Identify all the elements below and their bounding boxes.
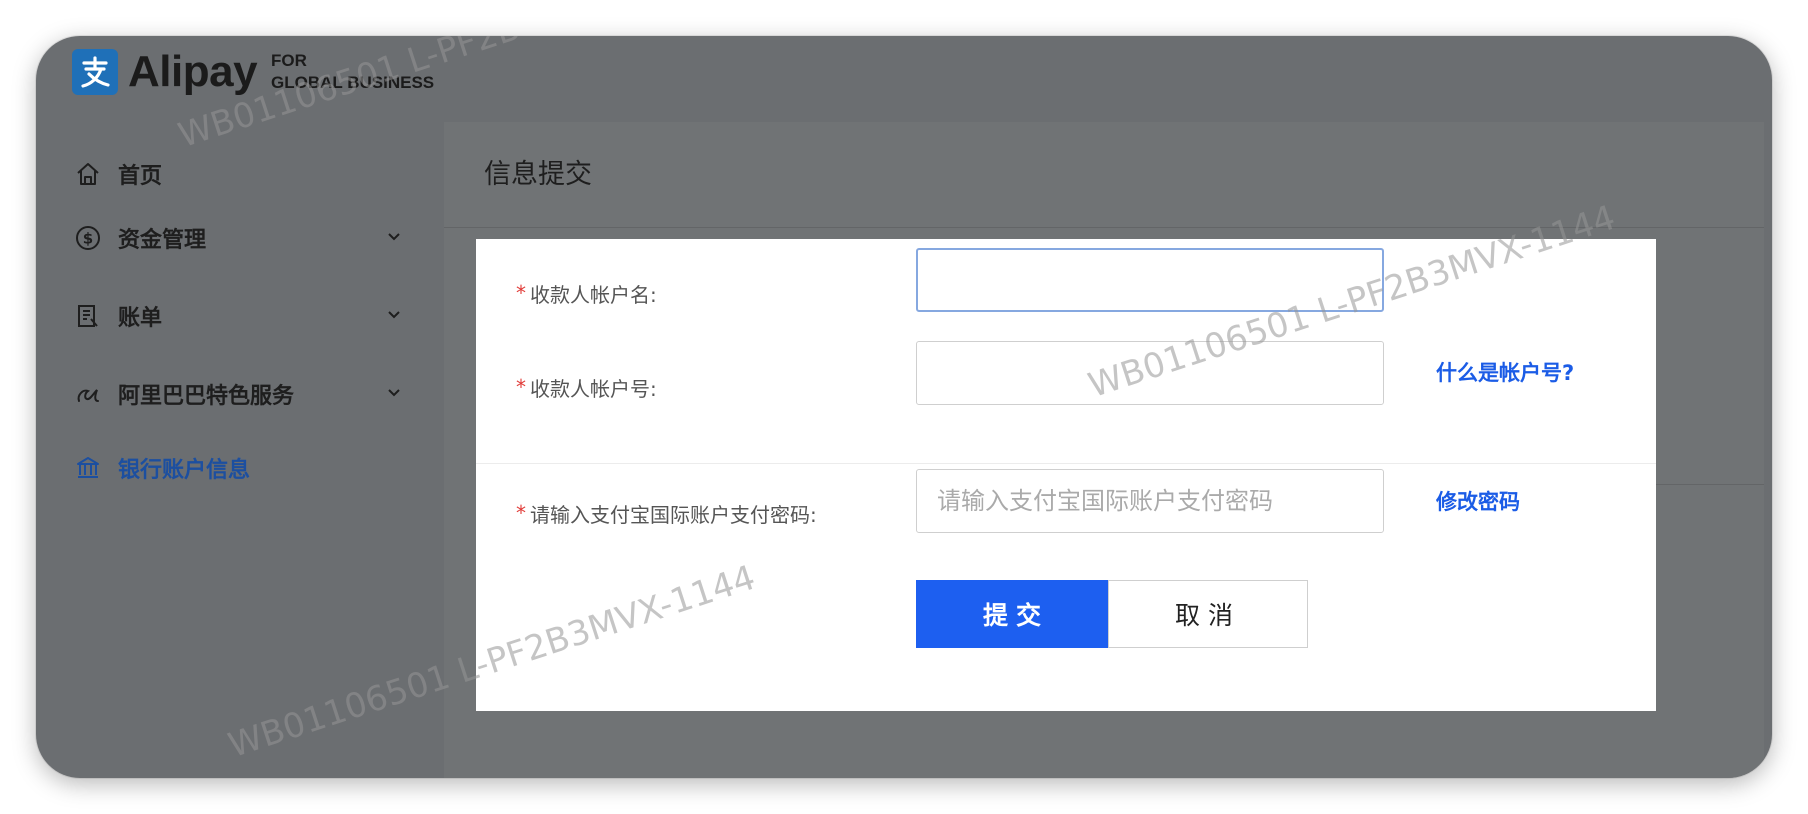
home-icon — [72, 158, 104, 190]
svg-text:$: $ — [83, 230, 93, 248]
alipay-logo[interactable]: Alipay FOR GLOBAL BUSINESS — [72, 44, 434, 100]
bank-icon — [72, 452, 104, 484]
chevron-down-icon[interactable] — [386, 226, 402, 251]
form-separator — [476, 463, 1656, 464]
info-submit-dialog: * 收款人帐户名: * 收款人帐户号: 什么是帐户号? * 请输入支付宝国际账户… — [476, 239, 1656, 711]
account-name-label-text: 收款人帐户名: — [530, 282, 657, 307]
alipay-logo-mark — [72, 49, 118, 95]
sidebar-item-bills[interactable]: 账单 — [72, 294, 402, 338]
bill-icon — [72, 300, 104, 332]
required-mark: * — [516, 501, 526, 525]
panel-divider — [444, 227, 1764, 228]
submit-button[interactable]: 提交 — [916, 580, 1116, 648]
sidebar-item-funds[interactable]: $ 资金管理 — [72, 216, 402, 260]
sidebar-item-bank-account-info[interactable]: 银行账户信息 — [72, 446, 402, 490]
app-window: Alipay FOR GLOBAL BUSINESS 首页 $ 资金管理 账单 … — [36, 36, 1772, 778]
page-title: 信息提交 — [484, 159, 592, 190]
alibaba-icon — [72, 378, 104, 410]
cancel-button[interactable]: 取消 — [1108, 580, 1308, 648]
dollar-circle-icon: $ — [72, 222, 104, 254]
change-password-link[interactable]: 修改密码 — [1436, 486, 1520, 516]
account-name-label: * 收款人帐户名: — [516, 277, 657, 309]
sidebar-item-label: 银行账户信息 — [118, 458, 251, 483]
payment-password-input[interactable] — [916, 469, 1384, 533]
sidebar-item-label: 首页 — [118, 164, 163, 189]
sidebar-item-label: 阿里巴巴特色服务 — [118, 384, 295, 409]
sidebar-item-alibaba-services[interactable]: 阿里巴巴特色服务 — [72, 372, 402, 416]
account-name-input[interactable] — [916, 248, 1384, 312]
required-mark: * — [516, 281, 526, 305]
sidebar-item-label: 资金管理 — [118, 228, 207, 253]
alipay-mark-icon — [81, 56, 110, 88]
sidebar-item-label: 账单 — [118, 306, 163, 331]
account-number-input[interactable] — [916, 341, 1384, 405]
logo-wordmark: Alipay — [128, 47, 258, 96]
logo-sub-line1: FOR — [271, 51, 307, 70]
password-label-text: 请输入支付宝国际账户支付密码: — [530, 502, 817, 527]
logo-subtitle: FOR GLOBAL BUSINESS — [271, 50, 434, 94]
password-label: * 请输入支付宝国际账户支付密码: — [516, 497, 817, 529]
logo-sub-line2: GLOBAL BUSINESS — [271, 73, 435, 92]
what-is-account-number-link[interactable]: 什么是帐户号? — [1436, 357, 1574, 387]
chevron-down-icon[interactable] — [386, 304, 402, 329]
account-number-label-text: 收款人帐户号: — [530, 376, 657, 401]
account-number-label: * 收款人帐户号: — [516, 371, 657, 403]
required-mark: * — [516, 375, 526, 399]
sidebar-item-home[interactable]: 首页 — [72, 152, 402, 196]
chevron-down-icon[interactable] — [386, 382, 402, 407]
